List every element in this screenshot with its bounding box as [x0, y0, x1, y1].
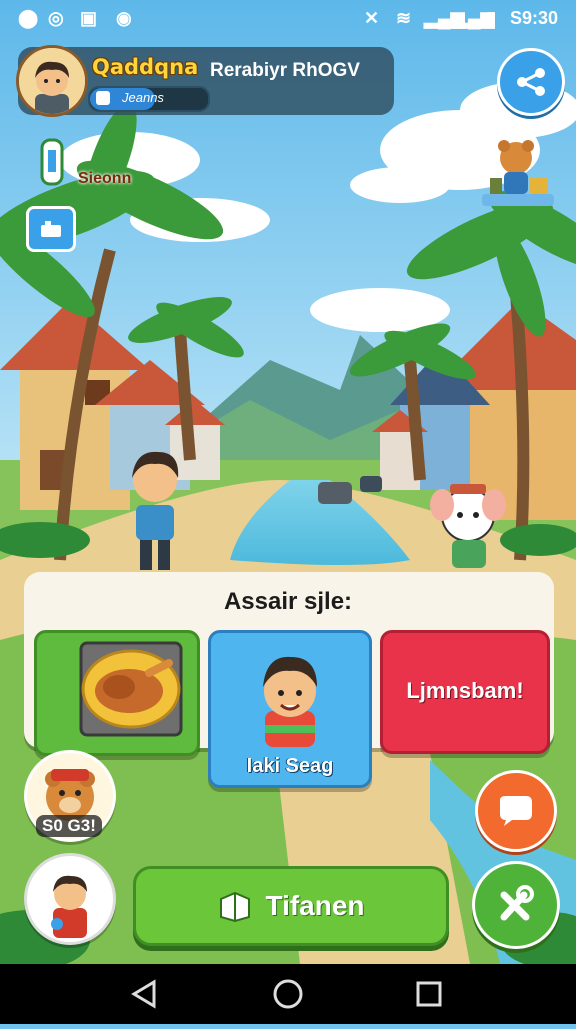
share-icon	[517, 68, 545, 96]
boy-avatar-icon	[51, 875, 87, 938]
player-name: Qaddqna	[92, 55, 199, 79]
recents-icon[interactable]	[416, 981, 442, 1007]
mailbox-button[interactable]	[26, 206, 76, 252]
mailbox-icon	[41, 221, 61, 237]
share-button[interactable]	[497, 48, 565, 116]
sync-icon: ◉	[116, 8, 132, 28]
status-bar: ⬤ ◎ ▣ ◉ ✕ ≋ ▂▄▆ ▂▄▆ ▮ S9:30	[0, 0, 576, 36]
coin-count: S0 G3!	[36, 815, 102, 837]
wifi-icon: ≋	[396, 8, 412, 28]
choice-card-food[interactable]	[34, 630, 200, 756]
choice-character-label: Iaki Seag	[246, 755, 334, 777]
level-icon	[96, 91, 110, 105]
choice-panel-title: Assair sjle:	[223, 588, 353, 615]
boy-avatar-icon	[263, 656, 317, 747]
tools-button[interactable]	[472, 861, 560, 949]
back-icon[interactable]	[131, 979, 156, 1009]
main-action-label: Tifanen	[265, 890, 365, 921]
player-title: Rerabiyr RhOGV	[210, 60, 360, 81]
level-label: Jeanns	[122, 90, 164, 105]
at-icon: ◎	[48, 8, 64, 28]
level-progress-bar: Jeanns	[88, 86, 210, 112]
gamepad-icon: ▣	[80, 8, 98, 28]
bear-shop-button[interactable]	[480, 138, 556, 208]
chat-bubble-icon	[500, 796, 532, 826]
location-icon: ⬤	[18, 8, 39, 28]
battery-icon: ▮	[486, 8, 496, 28]
home-icon[interactable]	[273, 979, 303, 1009]
status-time: S9:30	[510, 8, 559, 28]
chat-button[interactable]	[475, 770, 557, 852]
system-nav-bar	[0, 964, 576, 1024]
friend-avatar-button[interactable]	[24, 853, 116, 945]
box-icon	[220, 891, 251, 923]
season-pass-button[interactable]	[40, 136, 68, 188]
boy-avatar-icon	[19, 48, 85, 114]
mute-icon: ✕	[364, 8, 380, 28]
season-label: Sieonn	[78, 170, 132, 187]
player-avatar[interactable]	[16, 45, 88, 117]
choice-action-label: Ljmnsbam!	[406, 678, 524, 703]
roast-food-icon	[79, 641, 183, 737]
wrench-icon	[500, 885, 534, 921]
main-action-button[interactable]: Tifanen	[133, 866, 449, 946]
